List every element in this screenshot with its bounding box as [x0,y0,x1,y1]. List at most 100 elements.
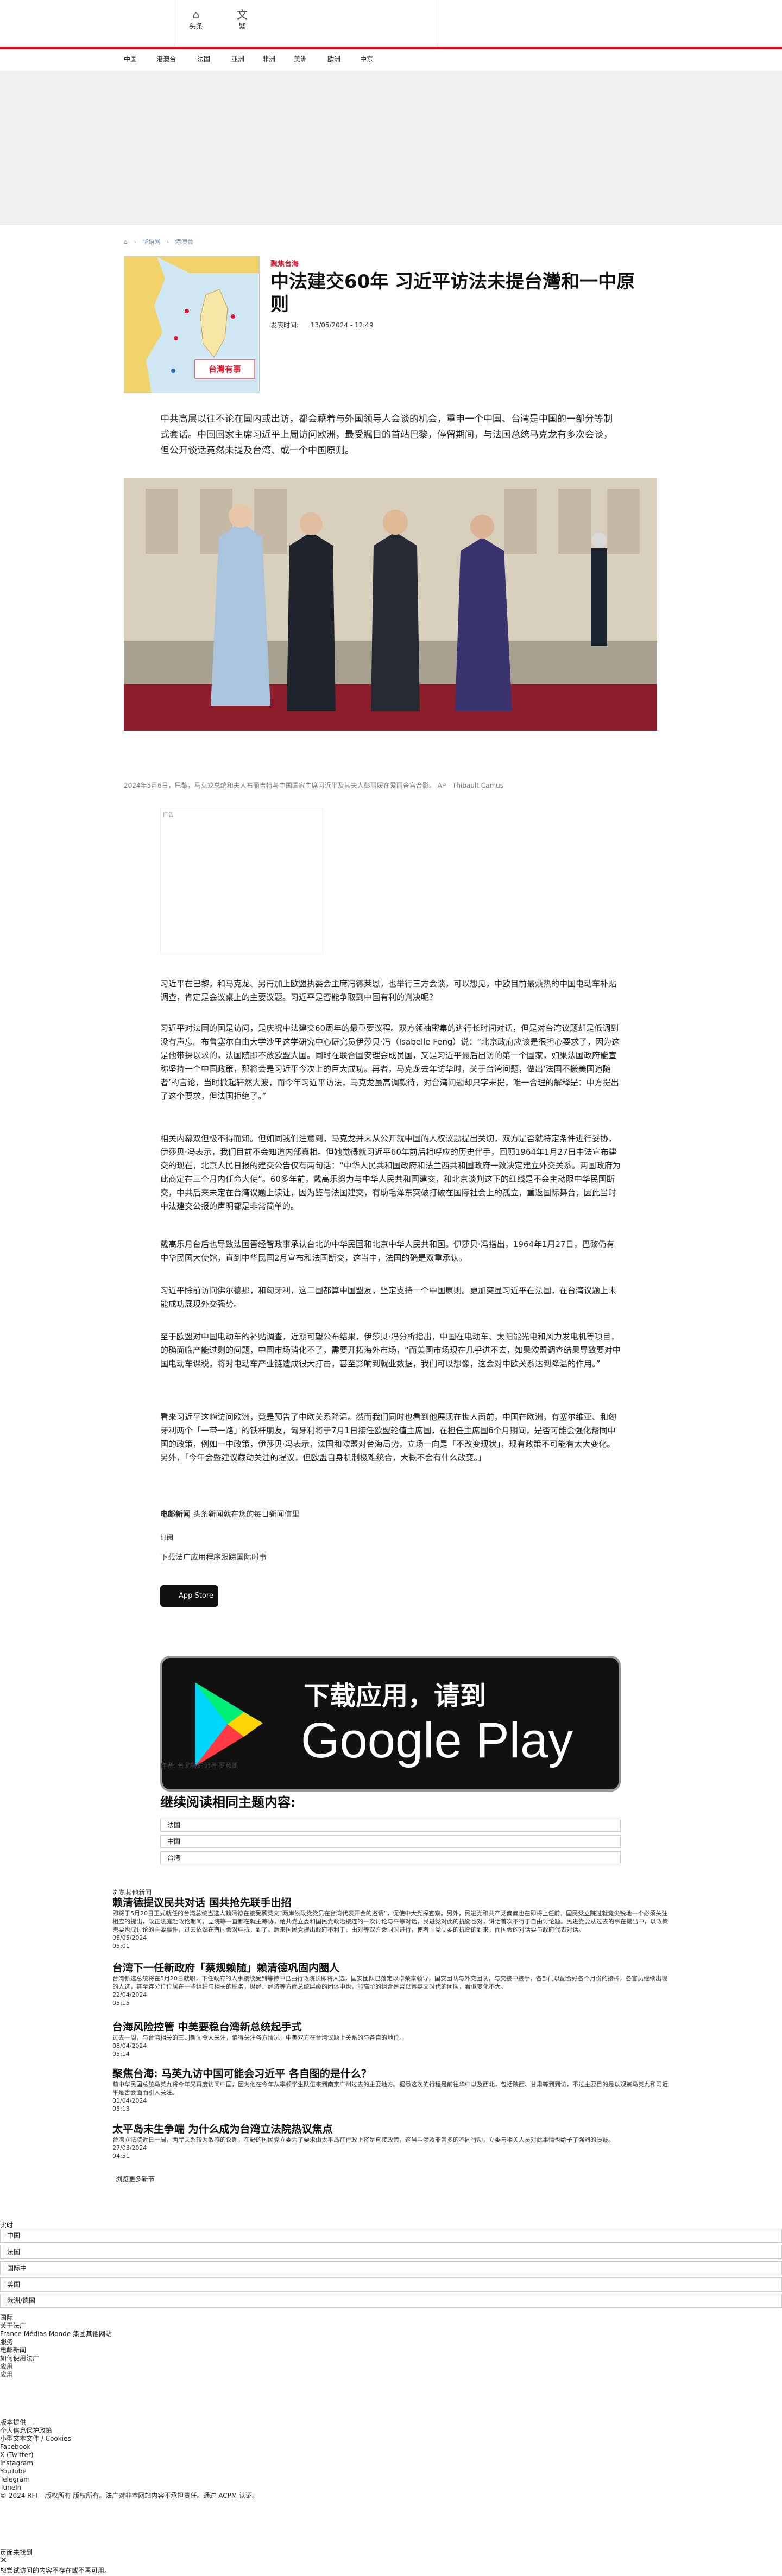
news-item-excerpt: 台湾新选总统将在5月20日就职，下任政府的人事接续受到等待中已由行政院长即将人选… [112,1975,667,1990]
filter-option[interactable]: 欧洲/德国 [0,2294,782,2308]
footer-link[interactable]: 应用 [0,2363,112,2371]
footer-bottom-item[interactable]: YouTube [0,2467,258,2476]
news-item-time: 05:01 [112,1942,130,1950]
footer-bottom-item[interactable]: Telegram [0,2476,258,2484]
news-item-title[interactable]: 台湾下一任新政府「蔡规赖随」赖清德巩固内圈人 [112,1961,671,1974]
breadcrumb-item[interactable]: 华语网 [142,238,160,245]
news-item-title[interactable]: 台海风险控管 中美要稳台湾新总统起手式 [112,2021,671,2034]
nav-item[interactable]: 非洲 [262,54,275,64]
more-news-label: 浏览其他新闻 [112,1889,152,1896]
photo-caption: 2024年5月6日，巴黎，马克龙总统和夫人布丽吉特与中国国家主席习近平及其夫人彭… [124,782,504,789]
footer-bottom-item[interactable]: TuneIn [0,2484,258,2492]
error-text: 您尝试访问的内容不存在或不再可用。 [0,2567,111,2574]
newsletter-block: 电邮新闻 头条新闻就在您的每日新闻信里 订阅 下载法广应用程序跟踪国际时事 [160,1509,299,1562]
footer-bottom-item[interactable]: 版本提供 [0,2419,258,2427]
article-lede: 中共高层以往不论在国内或出访，都会藉着与外国领导人会谈的机会，重申一个中国、台湾… [160,414,613,456]
filter-option[interactable]: 美国 [0,2277,782,2292]
news-item-excerpt: 台湾立法院近日一周，两岸关系较为敏感的议题，在野的国民党立委为了要求由太平岛在行… [112,2136,614,2143]
article-category[interactable]: 聚焦台海 [270,258,299,268]
news-item[interactable]: 赖清德提议民共对话 国共抢先联手出招 即将于5月20日正式就任的台湾总统当选人赖… [112,1896,671,1950]
home-button[interactable]: ⌂ 头条 [177,9,215,31]
related-tag[interactable]: 法国 [160,1819,621,1832]
nav-item[interactable]: 港澳台 [156,54,176,64]
filter-option[interactable]: 国际中 [0,2261,782,2275]
publish-datetime: 13/05/2024 - 12:49 [310,321,374,329]
news-item[interactable]: 太平岛未生争端 为什么成为台湾立法院热议焦点 台湾立法院近日一周，两岸关系较为敏… [112,2123,671,2160]
news-item-excerpt: 前中华民国总统马英九将今年又再度访问中国，因为他在今年从率领学生队伍来到南京广州… [112,2081,668,2096]
nav-item[interactable]: 亚洲 [231,54,244,64]
footer-link[interactable]: France Médias Monde 集团其他网站 [0,2330,112,2338]
ad-banner-area [0,71,782,225]
article-paragraph: 习近平对法国的国是访问，是庆祝中法建交60周年的最重要议程。双方领袖密集的进行长… [160,1023,620,1101]
news-item[interactable]: 台湾下一任新政府「蔡规赖随」赖清德巩固内圈人 台湾新选总统将在5月20日就职，下… [112,1961,671,2007]
footer-link[interactable]: 国际 [0,2314,112,2322]
subscribe-button[interactable]: 订阅 [160,1533,299,1542]
newsletter-label: 电邮新闻 [160,1510,191,1519]
news-item-date: 22/04/2024 [112,1991,147,1998]
google-play-icon [195,1682,263,1767]
breadcrumb-item[interactable]: 港澳台 [175,238,193,245]
news-item-excerpt: 即将于5月20日正式就任的台湾总统当选人赖清德在接受蔡英文“两岸依政党党员在台湾… [112,1910,668,1933]
footer-bottom-item[interactable]: Instagram [0,2459,258,2467]
app-store-button[interactable]: App Store [160,1585,218,1607]
ad-slot [160,808,323,954]
news-item-title[interactable]: 聚焦台海: 马英九访中国可能会习近平 各自图的是什么？ [112,2067,671,2080]
footer-bottom-item[interactable]: X (Twitter) [0,2451,258,2459]
related-heading: 继续阅读相同主题内容: [160,1795,296,1810]
close-icon[interactable]: ✕ [0,2556,7,2565]
language-label: 繁 [238,23,246,31]
article-paragraph: 看来习近平这趟访问欧洲，竟是预告了中欧关系降温。然而我们同时也看到他展现在世人面… [160,1412,617,1463]
footer-bottom-item[interactable]: 小型文本文件 / Cookies [0,2435,258,2443]
article-paragraph: 相关内幕双但极不得而知。但如同我们注意到，马克龙并未从公开就中国的人权议题提出关… [160,1134,621,1211]
article-paragraph: 习近平除前访问佛尔德那，和匈牙利，这二国都算中国盟友，坚定支持一个中国原则。更加… [160,1286,617,1309]
breadcrumb: ⌂ › 华语网 › 港澳台 [124,238,193,245]
google-play-banner[interactable]: 下载应用，请到 Google Play [160,1656,621,1792]
footer-bottom-item[interactable]: Facebook [0,2443,258,2451]
filter-option[interactable]: 法国 [0,2245,782,2259]
footer-link[interactable]: 关于法广 [0,2322,112,2330]
publish-label: 发表时间: [270,321,299,329]
ad-label: 广告 [163,812,174,818]
footer-link[interactable]: 服务 [0,2338,112,2346]
footer-link[interactable]: 应用 [0,2371,112,2379]
news-item-time: 04:51 [112,2153,130,2160]
footer-link[interactable]: 电邮新闻 [0,2346,112,2355]
taiwan-map-image: 台灣有事 [124,256,260,393]
footer-bottom-item[interactable]: 个人信息保护政策 [0,2427,258,2435]
publish-date: 发表时间: 13/05/2024 - 12:49 [270,320,383,330]
copyright: © 2024 RFI – 版权所有 版权所有。法广对非本网站内容不承担责任。通过… [0,2492,258,2499]
language-button[interactable]: 文 繁 [223,9,261,31]
article-author: 作者: 台北特约记者 罗意凯 [160,1762,238,1769]
more-news-link[interactable]: 浏览更多新节 [116,2174,155,2183]
nav-item[interactable]: 中国 [124,54,137,64]
news-item-date: 27/03/2024 [112,2144,147,2151]
newsletter-text: 头条新闻就在您的每日新闻信里 [193,1510,300,1519]
article-paragraph: 至于欧盟对中国电动车的补贴调查，近期可望公布结果，伊莎贝·冯分析指出，中国在电动… [160,1332,621,1369]
news-item[interactable]: 聚焦台海: 马英九访中国可能会习近平 各自图的是什么？ 前中华民国总统马英九将今… [112,2067,671,2113]
filter-option[interactable]: 中国 [0,2229,782,2243]
news-item-date: 08/04/2024 [112,2042,147,2049]
nav-item[interactable]: 中东 [360,54,373,64]
google-play-line1: 下载应用，请到 [304,1681,487,1711]
nav-item[interactable]: 欧洲 [327,54,340,64]
article-photo [124,478,657,731]
footer-link[interactable]: 如何使用法广 [0,2355,112,2363]
article-paragraph: 戴高乐月台后也导致法国晋经智政事承认台北的中华民国和北京中华人民共和国。伊莎贝·… [160,1239,615,1263]
related-tag[interactable]: 中国 [160,1835,621,1848]
news-item-date: 01/04/2024 [112,2097,147,2104]
footer-bottom: 版本提供 个人信息保护政策 小型文本文件 / Cookies Facebook … [0,2419,258,2500]
news-item-date: 06/05/2024 [112,1934,147,1941]
news-item[interactable]: 台海风险控管 中美要稳台湾新总统起手式 过去一周，与台湾相关的三则新闻令人关注，… [112,2021,671,2058]
related-tag[interactable]: 台湾 [160,1851,621,1864]
article-paragraph: 习近平在巴黎，和马克龙、另再加上欧盟执委会主席冯德莱恩，也举行三方会谈，可以想见… [160,979,617,1002]
google-play-line2: Google Play [301,1713,573,1768]
home-icon: ⌂ [192,8,200,21]
app-promo-text: 下载法广应用程序跟踪国际时事 [160,1553,267,1562]
news-item-title[interactable]: 赖清德提议民共对话 国共抢先联手出招 [112,1896,671,1909]
news-item-time: 05:15 [112,1999,130,2007]
nav-item[interactable]: 美洲 [294,54,307,64]
news-item-title[interactable]: 太平岛未生争端 为什么成为台湾立法院热议焦点 [112,2123,671,2136]
nav-item[interactable]: 法国 [197,54,210,64]
app-store-label: App Store [179,1592,213,1600]
home-icon[interactable]: ⌂ [124,238,128,245]
